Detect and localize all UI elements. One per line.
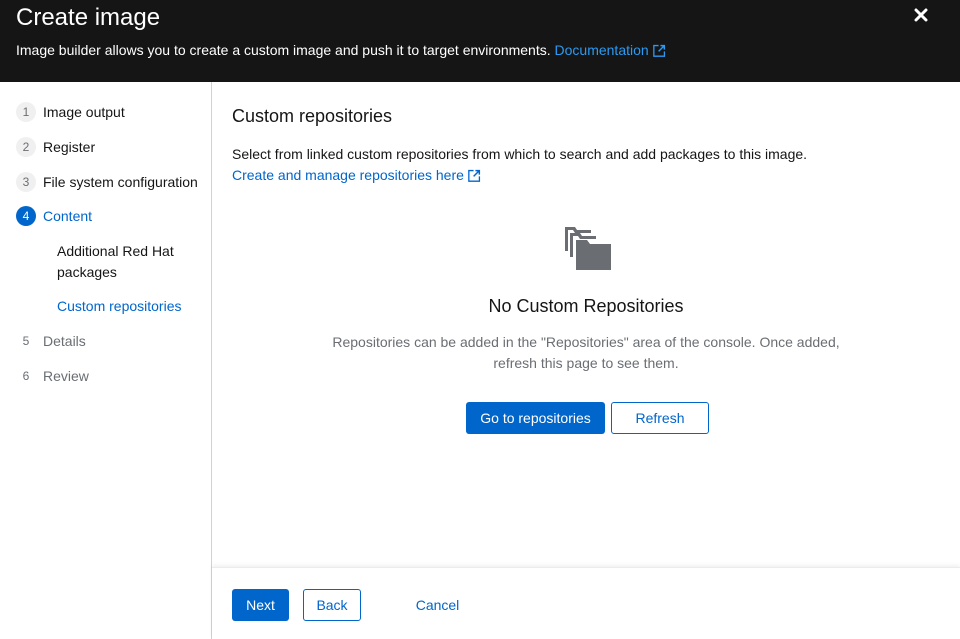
close-icon — [914, 8, 928, 22]
empty-state-body: Repositories can be added in the "Reposi… — [332, 334, 840, 371]
documentation-link[interactable]: Documentation — [555, 42, 666, 58]
manage-repositories-link-label: Create and manage repositories here — [232, 167, 464, 183]
wizard-description: Image builder allows you to create a cus… — [16, 42, 666, 58]
wizard-header: Create image Image builder allows you to… — [0, 0, 960, 82]
close-button[interactable] — [910, 4, 932, 26]
nav-step-file-system-configuration[interactable]: 3 File system configuration — [16, 172, 198, 192]
page-description: Select from linked custom repositories f… — [232, 146, 808, 162]
step-label: Register — [43, 139, 96, 155]
external-link-icon — [652, 44, 665, 57]
step-label: File system configuration — [43, 174, 198, 190]
nav-step-register[interactable]: 2 Register — [16, 137, 95, 157]
step-number: 5 — [22, 334, 30, 348]
wizard-description-text: Image builder allows you to create a cus… — [16, 42, 551, 58]
nav-step-review: 6 Review — [16, 366, 89, 386]
nav-step-details: 5 Details — [16, 331, 86, 351]
wizard-title: Create image — [16, 4, 161, 31]
wizard-footer: Next Back Cancel — [212, 567, 960, 639]
external-link-icon — [468, 169, 480, 182]
step-label: Content — [43, 208, 93, 224]
step-number: 2 — [16, 137, 36, 157]
nav-substep-additional-red-hat-packages[interactable]: Additional Red Hat packages — [57, 241, 197, 283]
step-number: 1 — [16, 102, 36, 122]
step-number: 4 — [16, 206, 36, 226]
step-label: Details — [43, 333, 86, 349]
wizard-nav: 1 Image output 2 Register 3 File system … — [0, 82, 212, 639]
empty-state-title: No Custom Repositories — [488, 296, 684, 316]
nav-step-content[interactable]: 4 Content — [16, 206, 92, 226]
step-number: 3 — [16, 172, 36, 192]
cancel-button[interactable]: Cancel — [405, 589, 470, 621]
back-button[interactable]: Back — [303, 589, 361, 621]
next-button[interactable]: Next — [232, 589, 289, 621]
step-label: Review — [43, 368, 89, 384]
page-title: Custom repositories — [232, 106, 393, 126]
nav-step-image-output[interactable]: 1 Image output — [16, 102, 125, 122]
documentation-link-label: Documentation — [554, 42, 649, 58]
wizard-body: Custom repositories Select from linked c… — [212, 82, 960, 568]
go-to-repositories-button[interactable]: Go to repositories — [466, 402, 605, 434]
repositories-icon — [565, 227, 611, 270]
refresh-button[interactable]: Refresh — [611, 402, 709, 434]
nav-substep-custom-repositories[interactable]: Custom repositories — [57, 296, 197, 317]
step-label: Image output — [43, 104, 125, 120]
manage-repositories-link[interactable]: Create and manage repositories here — [232, 165, 481, 186]
step-number: 6 — [22, 369, 30, 383]
